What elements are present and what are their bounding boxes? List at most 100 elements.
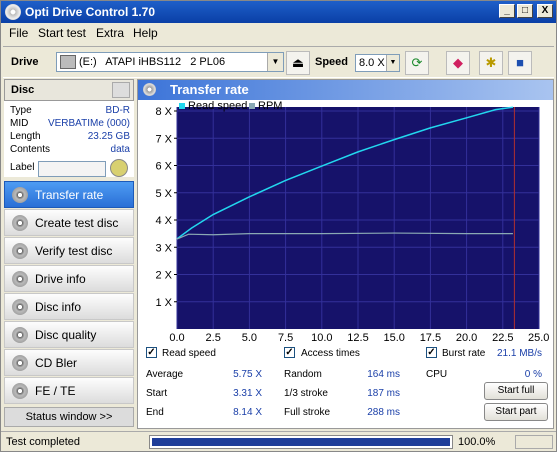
eject-button[interactable]: ⏏ bbox=[286, 51, 310, 75]
stroke13-value: 187 ms bbox=[367, 388, 400, 399]
mid-label: MID bbox=[10, 118, 29, 129]
drive-value: (E:) ATAPI iHBS112 2 PL06 bbox=[79, 56, 226, 68]
nav-cd-bler[interactable]: CD Bler bbox=[4, 349, 134, 376]
mid-value: VERBATIMe (000) bbox=[47, 118, 130, 129]
main-panel: Transfer rate 0.0 2.5 5.0 7.5 10.0 12.5 15.0 17… bbox=[137, 79, 557, 429]
chevron-down-icon[interactable]: ▼ bbox=[386, 55, 399, 71]
disc-app-icon bbox=[5, 4, 21, 20]
disc-icon bbox=[12, 271, 28, 287]
status-window-button[interactable]: Status window >> bbox=[4, 407, 134, 427]
read-speed-checkbox[interactable]: ✓ bbox=[146, 347, 157, 358]
disc-icon bbox=[12, 215, 28, 231]
access-times-label: Access times bbox=[301, 348, 360, 359]
x-tick-label: 25.0 GB bbox=[528, 332, 553, 344]
nav-transfer-rate[interactable]: Transfer rate bbox=[4, 181, 134, 208]
nav-disc-info[interactable]: Disc info bbox=[4, 293, 134, 320]
disc-icon bbox=[12, 383, 28, 399]
nav-label: Transfer rate bbox=[35, 188, 104, 202]
minimize-button[interactable]: _ bbox=[499, 4, 515, 18]
average-label: Average bbox=[146, 369, 184, 380]
x-tick-label: 17.5 bbox=[420, 332, 441, 344]
type-value: BD-R bbox=[105, 105, 130, 116]
nav-fe-te[interactable]: FE / TE bbox=[4, 377, 134, 404]
cpu-value: 0 % bbox=[524, 369, 542, 380]
end-value: 8.14 X bbox=[233, 407, 262, 418]
burst-rate-label: Burst rate bbox=[442, 348, 486, 359]
nav-label: Verify test disc bbox=[35, 244, 113, 258]
nav-label: Create test disc bbox=[35, 216, 119, 230]
nav-drive-info[interactable]: Drive info bbox=[4, 265, 134, 292]
refresh-button[interactable]: ⟳ bbox=[405, 51, 429, 75]
menu-file[interactable]: File bbox=[9, 26, 28, 40]
y-tick-label: 6 X bbox=[155, 161, 172, 173]
nav-disc-quality[interactable]: Disc quality bbox=[4, 321, 134, 348]
menu-help[interactable]: Help bbox=[133, 26, 158, 40]
x-tick-label: 7.5 bbox=[278, 332, 293, 344]
toolbar: Drive (E:) ATAPI iHBS112 2 PL06 ▼ ⏏ Spee… bbox=[3, 46, 554, 78]
burst-rate-value: 21.1 MB/s bbox=[496, 348, 542, 359]
length-value: 23.25 GB bbox=[87, 131, 130, 142]
disc-header-title: Disc bbox=[11, 84, 35, 96]
burst-rate-checkbox[interactable]: ✓ bbox=[426, 347, 437, 358]
nav-label: FE / TE bbox=[35, 384, 76, 398]
nav-create-test-disc[interactable]: Create test disc bbox=[4, 209, 134, 236]
disc-icon bbox=[12, 243, 28, 259]
start-full-button[interactable]: Start full bbox=[484, 382, 548, 400]
menu-extra[interactable]: Extra bbox=[96, 26, 124, 40]
x-tick-label: 20.0 bbox=[456, 332, 477, 344]
x-tick-label: 12.5 bbox=[347, 332, 368, 344]
transfer-rate-chart: 0.0 2.5 5.0 7.5 10.0 12.5 15.0 17.5 20.0 22.5 25.0… bbox=[155, 100, 557, 344]
y-tick-label: 3 X bbox=[155, 242, 172, 254]
nav-label: CD Bler bbox=[35, 356, 78, 370]
legend-swatch bbox=[179, 103, 185, 109]
title-bar: Opti Drive Control 1.70 _ □ X bbox=[1, 1, 556, 23]
left-panel: Disc Type BD-R MID VERBATIMe (000) Lengt… bbox=[4, 79, 134, 429]
y-tick-label: 1 X bbox=[155, 297, 172, 309]
disc-label-icon[interactable] bbox=[110, 159, 128, 177]
erase-button[interactable]: ◆ bbox=[446, 51, 470, 75]
x-tick-label: 15.0 bbox=[383, 332, 404, 344]
nav-verify-test-disc[interactable]: Verify test disc bbox=[4, 237, 134, 264]
settings-button[interactable]: ✱ bbox=[479, 51, 503, 75]
speed-value: 8.0 X bbox=[359, 57, 385, 69]
legend-label: RPM bbox=[258, 100, 282, 112]
status-grip bbox=[515, 435, 553, 449]
disc-header-button[interactable] bbox=[112, 82, 130, 98]
save-button[interactable]: ■ bbox=[508, 51, 532, 75]
cpu-label: CPU bbox=[426, 369, 448, 380]
close-button[interactable]: X bbox=[537, 4, 553, 18]
disc-icon bbox=[143, 83, 156, 96]
label-input[interactable] bbox=[38, 161, 106, 177]
speed-select[interactable]: 8.0 X ▼ bbox=[355, 54, 400, 72]
x-tick-label: 5.0 bbox=[242, 332, 257, 344]
stats-panel: ✓ Read speed ✓ Access times ✓ Burst rate… bbox=[138, 344, 553, 428]
drive-select[interactable]: (E:) ATAPI iHBS112 2 PL06 ▼ bbox=[56, 52, 284, 72]
chart-title: Transfer rate bbox=[170, 82, 249, 97]
status-text: Test completed bbox=[6, 436, 80, 448]
chevron-down-icon[interactable]: ▼ bbox=[267, 53, 283, 71]
legend-label: Read speed bbox=[188, 100, 247, 112]
type-label: Type bbox=[10, 105, 32, 116]
maximize-button[interactable]: □ bbox=[517, 4, 533, 18]
nav-label: Drive info bbox=[35, 272, 86, 286]
stroke13-label: 1/3 stroke bbox=[284, 388, 328, 399]
label-label: Label bbox=[10, 162, 35, 173]
app-window: Opti Drive Control 1.70 _ □ X File Start… bbox=[0, 0, 557, 452]
chart-header: Transfer rate bbox=[138, 80, 553, 100]
menu-start-test[interactable]: Start test bbox=[38, 26, 86, 40]
length-label: Length bbox=[10, 131, 41, 142]
disc-info: Type BD-R MID VERBATIMe (000) Length 23.… bbox=[4, 101, 134, 177]
y-tick-label: 2 X bbox=[155, 270, 172, 282]
progress-percent: 100.0% bbox=[458, 436, 496, 448]
access-times-checkbox[interactable]: ✓ bbox=[284, 347, 295, 358]
start-part-button[interactable]: Start part bbox=[484, 403, 548, 421]
y-tick-label: 4 X bbox=[155, 215, 172, 227]
status-bar: Test completed 100.0% bbox=[1, 431, 556, 451]
random-label: Random bbox=[284, 369, 322, 380]
disc-icon bbox=[12, 187, 28, 203]
legend-swatch bbox=[249, 103, 255, 109]
drive-icon bbox=[60, 55, 76, 69]
contents-value: data bbox=[110, 144, 130, 155]
progress-fill bbox=[152, 438, 450, 446]
progress-bar bbox=[149, 435, 453, 449]
